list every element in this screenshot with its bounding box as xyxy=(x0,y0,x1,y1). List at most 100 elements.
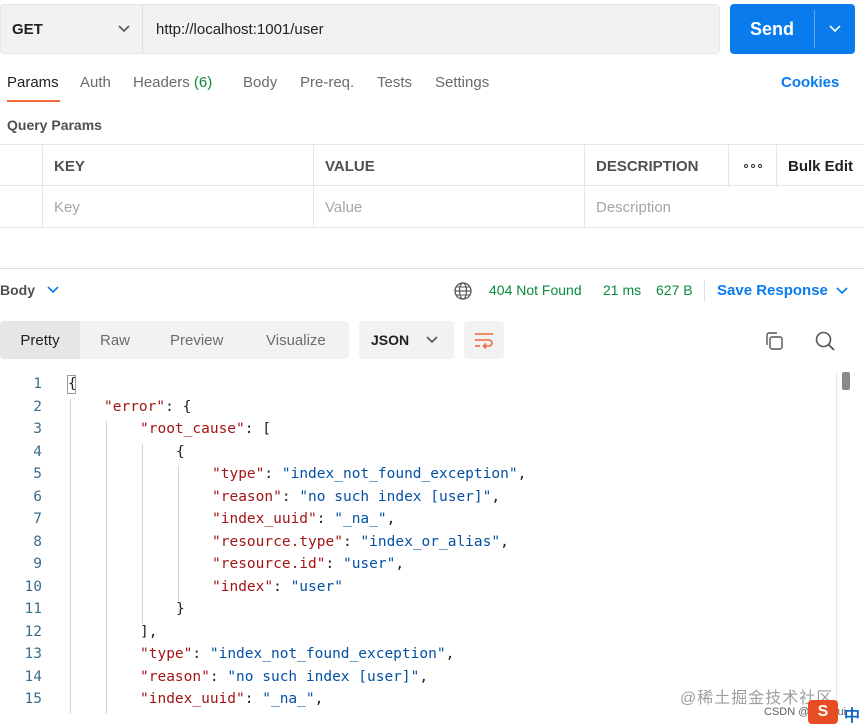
scrollbar-track xyxy=(836,372,837,716)
url-input[interactable]: http://localhost:1001/user xyxy=(143,5,719,53)
json-key: "index_uuid" xyxy=(140,691,245,707)
json-punctuation: ], xyxy=(140,623,158,640)
description-input[interactable]: Description xyxy=(584,186,864,228)
send-options-button[interactable] xyxy=(815,4,855,54)
headers-count: (6) xyxy=(193,74,213,91)
indent-guide xyxy=(106,421,107,714)
json-key: "index" xyxy=(212,578,274,595)
wrap-lines-button[interactable] xyxy=(464,321,504,359)
value-input[interactable]: Value xyxy=(313,186,584,228)
checkbox-column-header xyxy=(0,145,42,187)
json-string: "user" xyxy=(342,556,396,572)
json-string: "index_or_alias" xyxy=(360,533,501,550)
json-punctuation: : xyxy=(192,646,210,662)
scrollbar-thumb[interactable] xyxy=(842,372,850,390)
json-string: "user" xyxy=(290,578,343,595)
json-punctuation: : xyxy=(244,691,263,707)
pane-divider[interactable] xyxy=(0,268,864,269)
code-line: 12], xyxy=(0,621,836,644)
response-view-tabs: Pretty Raw Preview Visualize xyxy=(0,321,349,359)
code-line: 7 "index_uuid": "_na_", xyxy=(0,508,836,531)
tab-body[interactable]: Body xyxy=(243,74,277,91)
response-body-toggle[interactable]: Body xyxy=(0,282,59,298)
json-punctuation: , xyxy=(314,691,324,707)
copy-icon[interactable] xyxy=(764,331,784,351)
code-line: 5 "type": "index_not_found_exception", xyxy=(0,463,836,486)
json-punctuation: : xyxy=(325,556,343,572)
code-text: ], xyxy=(140,621,157,644)
chevron-down-icon xyxy=(426,336,438,344)
json-punctuation: { xyxy=(176,443,185,460)
json-string: "index_not_found_exception" xyxy=(281,466,518,482)
json-key: "reason" xyxy=(212,488,282,505)
tab-settings[interactable]: Settings xyxy=(435,74,489,91)
indent-guide xyxy=(178,466,179,601)
code-line: 4{ xyxy=(0,441,836,464)
code-line: 2 "error": { xyxy=(0,396,836,419)
column-header-key: KEY xyxy=(42,145,313,187)
response-bar: Body 404 Not Found 21 ms 627 B Save Resp… xyxy=(0,280,864,302)
format-select[interactable]: JSON xyxy=(359,321,454,359)
code-text: { xyxy=(176,441,185,464)
table-row: Key Value Description xyxy=(0,186,864,228)
tab-params[interactable]: Params xyxy=(7,74,59,91)
response-size[interactable]: 627 B xyxy=(656,282,693,298)
chevron-down-icon xyxy=(118,25,130,33)
tab-auth[interactable]: Auth xyxy=(80,74,111,91)
key-input[interactable]: Key xyxy=(42,186,313,228)
json-key: "root_cause" xyxy=(140,421,245,437)
indent-guide xyxy=(70,398,71,714)
save-response-label: Save Response xyxy=(717,282,828,299)
method-select[interactable]: GET xyxy=(1,5,143,53)
code-line: 9 "resource.id": "user", xyxy=(0,553,836,576)
code-text: "reason": "no such index [user]", xyxy=(212,486,500,509)
tab-tests[interactable]: Tests xyxy=(377,74,412,91)
bulk-edit-button[interactable]: Bulk Edit xyxy=(776,145,864,187)
format-label: JSON xyxy=(371,332,410,348)
json-punctuation: : xyxy=(281,488,300,505)
save-response-button[interactable]: Save Response xyxy=(717,282,848,299)
line-number: 2 xyxy=(33,398,42,415)
code-line: 8 "resource.type": "index_or_alias", xyxy=(0,531,836,554)
code-line: 11} xyxy=(0,598,836,621)
json-string: "no such index [user]" xyxy=(299,488,492,505)
tab-headers-label: Headers xyxy=(133,74,190,91)
json-punctuation: , xyxy=(419,668,429,685)
method-label: GET xyxy=(12,20,43,38)
json-punctuation: , xyxy=(517,466,527,482)
json-punctuation: : xyxy=(264,466,282,482)
json-string: "no such index [user]" xyxy=(227,668,420,685)
tab-preview[interactable]: Preview xyxy=(170,321,223,359)
cookies-link[interactable]: Cookies xyxy=(781,74,839,91)
code-line: 10 "index": "user" xyxy=(0,576,836,599)
response-time[interactable]: 21 ms xyxy=(603,282,641,298)
tab-prereq[interactable]: Pre-req. xyxy=(300,74,354,91)
globe-icon[interactable] xyxy=(453,281,473,301)
more-icon xyxy=(743,164,762,168)
json-key: "type" xyxy=(140,646,193,662)
json-punctuation: : [ xyxy=(244,421,271,437)
send-label: Send xyxy=(749,18,794,39)
line-number: 1 xyxy=(33,376,42,392)
code-text: "resource.type": "index_or_alias", xyxy=(212,531,509,554)
json-punctuation: , xyxy=(491,488,501,505)
line-number: 15 xyxy=(24,691,42,707)
tab-visualize[interactable]: Visualize xyxy=(266,321,326,359)
more-options-button[interactable] xyxy=(728,145,776,187)
chevron-down-icon xyxy=(47,286,59,294)
tab-raw[interactable]: Raw xyxy=(100,321,130,359)
chevron-down-icon xyxy=(829,25,841,33)
search-icon[interactable] xyxy=(814,330,836,352)
status-code[interactable]: 404 Not Found xyxy=(489,282,582,298)
tab-headers[interactable]: Headers (6) xyxy=(133,74,212,91)
tab-pretty[interactable]: Pretty xyxy=(0,321,80,359)
line-number: 3 xyxy=(33,421,42,437)
send-button[interactable]: Send xyxy=(730,4,855,54)
json-key: "resource.type" xyxy=(212,533,343,550)
line-number: 13 xyxy=(24,646,42,662)
code-text: "type": "index_not_found_exception", xyxy=(212,463,526,486)
json-punctuation: , xyxy=(445,646,455,662)
column-header-description: DESCRIPTION xyxy=(584,145,728,187)
code-text: "index": "user" xyxy=(212,576,343,599)
response-code-viewer[interactable]: 1 {2 "error": { 3 "root_cause": [ 4{5 "type": … xyxy=(0,372,836,716)
